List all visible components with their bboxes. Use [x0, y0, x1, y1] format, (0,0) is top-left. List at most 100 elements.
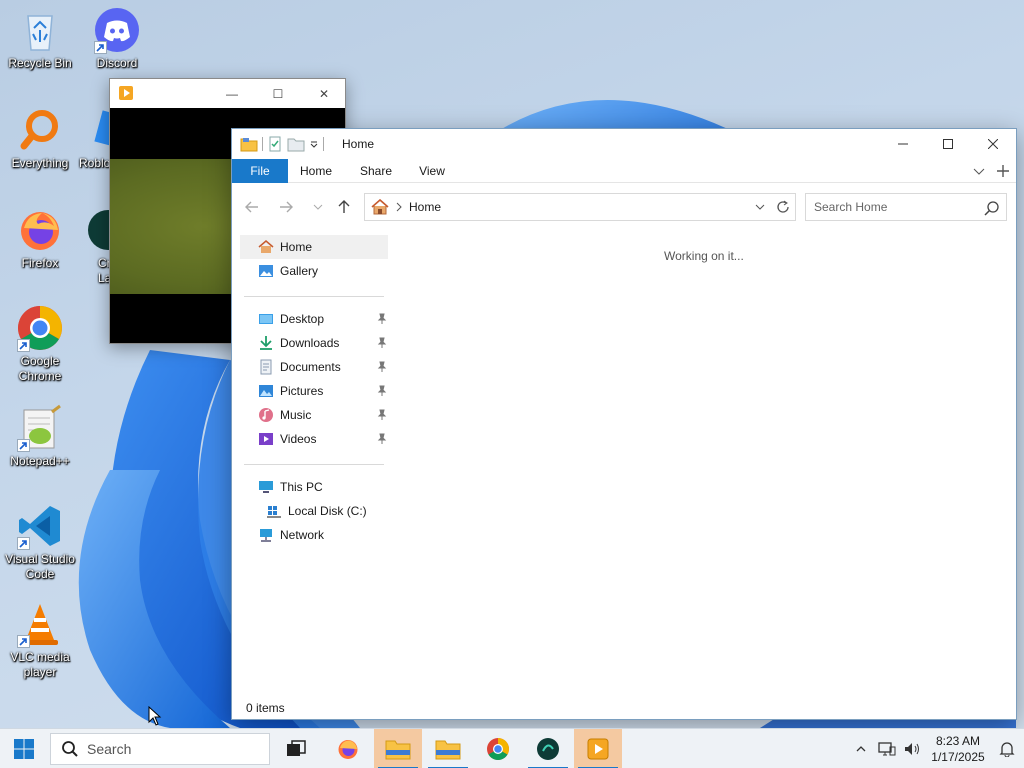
- close-button[interactable]: [970, 129, 1016, 159]
- nav-item-documents[interactable]: Documents: [240, 355, 388, 379]
- desktop-icon-vscode[interactable]: Visual Studio Code: [0, 502, 80, 582]
- desktop-icon-recycle-bin[interactable]: Recycle Bin: [0, 6, 80, 71]
- video-window-titlebar[interactable]: — ☐ ✕: [110, 79, 345, 108]
- up-button[interactable]: [334, 197, 354, 217]
- desktop-icon-notepadpp[interactable]: Notepad++: [0, 404, 80, 469]
- explorer-titlebar[interactable]: Home: [232, 129, 1016, 159]
- nav-item-network[interactable]: Network: [240, 523, 388, 547]
- properties-icon[interactable]: [267, 136, 283, 152]
- desktop-icon-label: Firefox: [21, 256, 59, 270]
- nav-item-music[interactable]: Music: [240, 403, 388, 427]
- taskbar-chrome[interactable]: [474, 729, 522, 768]
- help-plus-icon[interactable]: [996, 161, 1010, 181]
- desktop-icon-firefox[interactable]: Firefox: [0, 206, 80, 271]
- clock-time: 8:23 AM: [935, 734, 981, 748]
- mouse-cursor-icon: [148, 706, 162, 726]
- loading-message: Working on it...: [664, 249, 744, 263]
- system-tray: 8:23 AM 1/17/2025: [848, 729, 1024, 768]
- pin-icon[interactable]: [376, 385, 388, 397]
- taskbar-firefox[interactable]: [324, 729, 372, 768]
- nav-item-downloads[interactable]: Downloads: [240, 331, 388, 355]
- pin-icon[interactable]: [376, 361, 388, 373]
- video-maximize-button[interactable]: ☐: [255, 79, 301, 108]
- nav-item-label: This PC: [280, 480, 323, 494]
- nav-item-label: Home: [280, 240, 313, 254]
- video-close-button[interactable]: ✕: [301, 79, 347, 108]
- desktop-icon-label: Google Chrome: [18, 354, 62, 383]
- taskbar-search-input[interactable]: [87, 736, 257, 762]
- tab-view[interactable]: View: [406, 159, 458, 183]
- refresh-icon[interactable]: [775, 198, 791, 216]
- volume-tray-button[interactable]: [900, 729, 926, 768]
- navigation-bar: Home: [232, 191, 1016, 223]
- nav-item-local-disk[interactable]: Local Disk (C:): [240, 499, 388, 523]
- taskbar-file-explorer-2[interactable]: [424, 729, 472, 768]
- video-minimize-button[interactable]: —: [209, 79, 255, 108]
- start-button[interactable]: [0, 729, 48, 768]
- nav-item-home[interactable]: Home: [240, 235, 388, 259]
- taskbar-video-player[interactable]: [574, 729, 622, 768]
- nav-item-this-pc[interactable]: This PC: [240, 475, 388, 499]
- expand-ribbon-icon[interactable]: [972, 161, 986, 181]
- search-input[interactable]: [814, 195, 984, 219]
- desktop-icon-discord[interactable]: Discord: [77, 6, 157, 71]
- taskbar-search-box[interactable]: [50, 733, 270, 765]
- shortcut-arrow-icon: [17, 339, 30, 352]
- nav-item-label: Local Disk (C:): [288, 504, 367, 518]
- tab-home[interactable]: Home: [288, 159, 344, 183]
- nav-item-label: Desktop: [280, 312, 325, 326]
- forward-button[interactable]: [276, 197, 296, 217]
- qat-divider: [262, 137, 263, 151]
- chevron-down-icon[interactable]: [753, 198, 767, 216]
- pin-icon[interactable]: [376, 409, 388, 421]
- videos-icon: [258, 431, 274, 447]
- chrome-icon: [487, 738, 509, 760]
- pin-icon[interactable]: [376, 313, 388, 325]
- desktop-icon-roblox[interactable]: Roblo: [62, 106, 110, 171]
- nav-item-gallery[interactable]: Gallery: [240, 259, 388, 283]
- video-player-icon: [587, 738, 609, 760]
- nav-separator: [244, 296, 384, 297]
- windows-logo-icon: [14, 739, 34, 759]
- bell-icon: [999, 742, 1015, 757]
- desktop-icon-label: Discord: [96, 56, 138, 70]
- search-icon[interactable]: [984, 200, 1000, 216]
- taskbar-launcher[interactable]: [524, 729, 572, 768]
- search-box[interactable]: [805, 193, 1007, 221]
- taskbar-file-explorer[interactable]: [374, 729, 422, 768]
- show-hidden-icons-button[interactable]: [848, 729, 874, 768]
- shortcut-arrow-icon: [17, 635, 30, 648]
- computer-icon: [258, 479, 274, 495]
- taskbar-task-view[interactable]: [272, 729, 320, 768]
- address-bar[interactable]: Home: [364, 193, 796, 221]
- music-icon: [258, 407, 274, 423]
- tab-share[interactable]: Share: [348, 159, 404, 183]
- file-explorer-icon: [385, 740, 411, 760]
- nav-item-pictures[interactable]: Pictures: [240, 379, 388, 403]
- qat-divider: [323, 137, 324, 151]
- maximize-button[interactable]: [925, 129, 971, 159]
- nav-item-label: Pictures: [280, 384, 324, 398]
- desktop-icon-google-chrome[interactable]: Google Chrome: [0, 304, 80, 384]
- clock[interactable]: 8:23 AM 1/17/2025: [926, 733, 990, 765]
- notifications-button[interactable]: [990, 729, 1024, 768]
- breadcrumb-home[interactable]: Home: [409, 200, 441, 214]
- desktop-icon-vlc[interactable]: VLC media player: [0, 600, 80, 680]
- discord-icon: [93, 6, 141, 54]
- network-tray-button[interactable]: [874, 729, 900, 768]
- network-icon: [878, 742, 896, 756]
- nav-item-desktop[interactable]: Desktop: [240, 307, 388, 331]
- minimize-button[interactable]: [880, 129, 926, 159]
- file-explorer-window[interactable]: Home File Home Share View Home Search Ho…: [231, 128, 1017, 720]
- file-explorer-icon: [435, 740, 461, 760]
- desktop-icon-launcher[interactable]: Cr Lau: [84, 206, 110, 286]
- nav-item-videos[interactable]: Videos: [240, 427, 388, 451]
- new-folder-icon[interactable]: [287, 136, 305, 152]
- tab-file[interactable]: File: [232, 159, 288, 183]
- pin-icon[interactable]: [376, 433, 388, 445]
- recent-locations-button[interactable]: [308, 197, 328, 217]
- nav-item-label: Network: [280, 528, 325, 542]
- pin-icon[interactable]: [376, 337, 388, 349]
- back-button[interactable]: [242, 197, 262, 217]
- chevron-down-icon[interactable]: [309, 136, 319, 152]
